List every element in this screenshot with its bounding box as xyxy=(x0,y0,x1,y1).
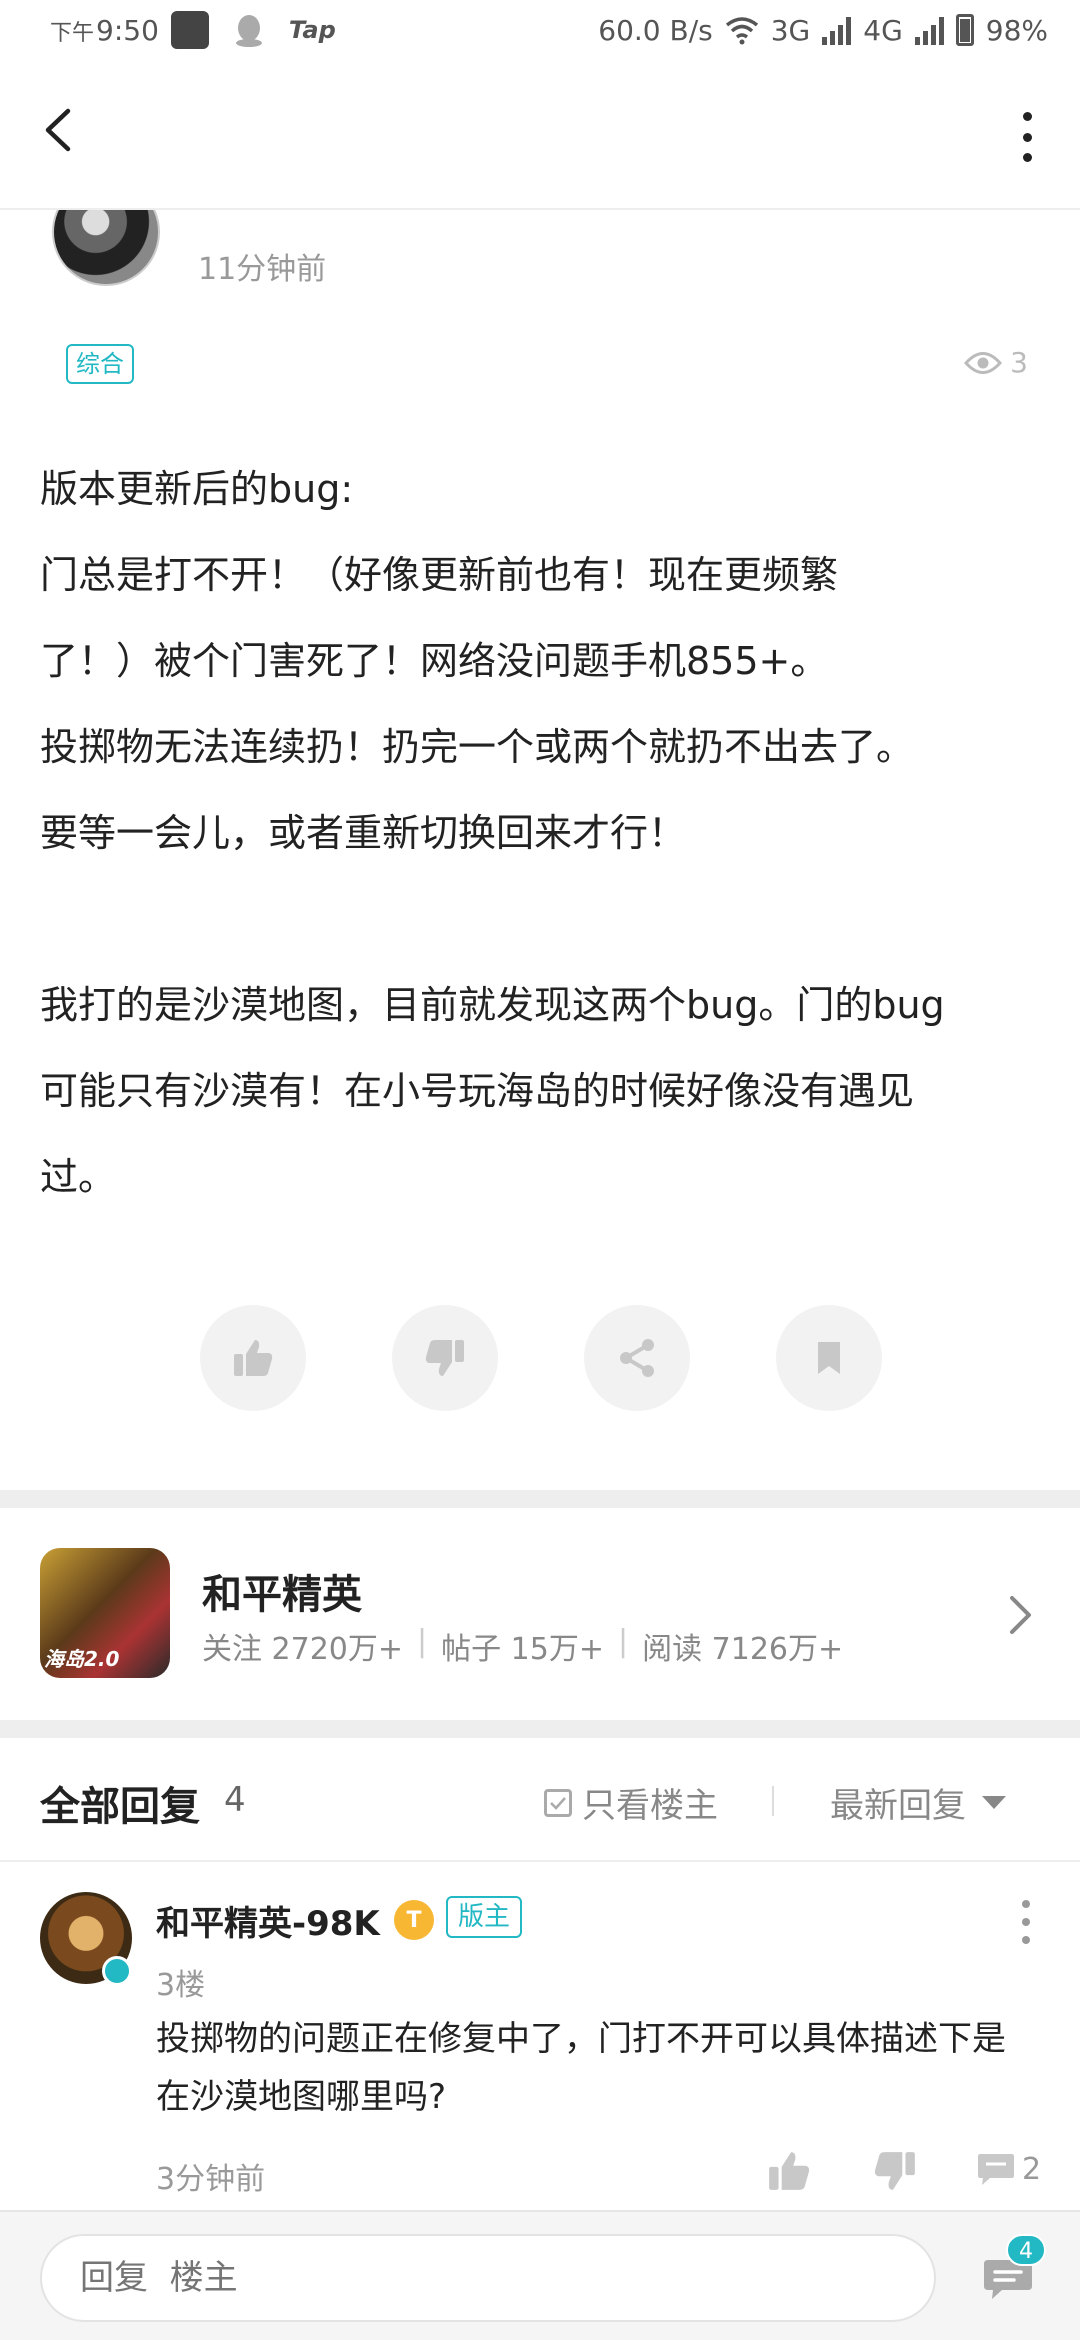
game-reads: 阅读 7126万+ xyxy=(642,1632,844,1667)
checkbox-icon[interactable] xyxy=(544,1788,572,1817)
post-line: 了！）被个门害死了！网络没问题手机855+。 xyxy=(40,639,829,683)
comment-bubble-icon xyxy=(978,2154,1014,2185)
more-options-icon[interactable] xyxy=(1012,112,1042,162)
comment-text: 投掷物的问题正在修复中了，门打不开可以具体描述下是在沙漠地图哪里吗? xyxy=(156,2019,1006,2117)
post-line xyxy=(40,876,1050,962)
battery-level: 98% xyxy=(985,13,1048,47)
game-stats: 关注 2720万+ | 帖子 15万+ | 阅读 7126万+ xyxy=(202,1624,843,1668)
message-count-badge: 4 xyxy=(1006,2234,1046,2266)
network-4g-label: 4G xyxy=(863,13,903,47)
bottom-reply-bar: 4 xyxy=(0,2210,1080,2340)
comment-item: 和平精英-98K T 版主 3楼 投掷物的问题正在修复中了，门打不开可以具体描述… xyxy=(0,1864,1080,2210)
dropdown-arrow-icon xyxy=(982,1796,1006,1809)
post-body: 版本更新后的bug: 门总是打不开！（好像更新前也有！现在更频繁 了！）被个门害… xyxy=(40,446,1050,1220)
comment-reply-button[interactable]: 2 xyxy=(976,2150,1041,2188)
share-icon xyxy=(620,1339,654,1377)
post-line: 投掷物无法连续扔！扔完一个或两个就扔不出去了。 xyxy=(40,725,915,769)
battery-icon xyxy=(955,14,974,46)
category-tag[interactable]: 综合 xyxy=(66,344,134,384)
view-count-value: 3 xyxy=(1010,346,1028,379)
game-icon-text: 海岛2.0 xyxy=(44,1647,120,1671)
stat-separator: | xyxy=(618,1624,629,1659)
only-owner-label: 只看楼主 xyxy=(582,1786,718,1826)
back-icon[interactable] xyxy=(36,105,86,155)
game-card[interactable]: 海岛2.0 和平精英 关注 2720万+ | 帖子 15万+ | 阅读 7126… xyxy=(0,1508,1080,1720)
app-notification-icon xyxy=(170,11,209,49)
post-line: 要等一会儿，或者重新切换回来才行！ xyxy=(40,811,687,855)
game-followers: 关注 2720万+ xyxy=(202,1632,404,1667)
reply-count: 2 xyxy=(1022,2151,1042,2187)
comment-like-icon[interactable] xyxy=(766,2148,812,2194)
signal-icon xyxy=(914,15,944,45)
thumbs-up-icon xyxy=(234,1340,273,1376)
network-speed: 60.0 B/s xyxy=(598,13,713,47)
post-actions xyxy=(200,1305,882,1411)
wifi-icon xyxy=(725,17,758,45)
status-bar: 下午9:50 Tap 60.0 B/s 3G 4G 98% xyxy=(0,0,1080,60)
bookmark-icon xyxy=(818,1342,840,1374)
game-title: 和平精英 xyxy=(202,1572,362,1618)
game-posts: 帖子 15万+ xyxy=(441,1632,604,1667)
sort-dropdown[interactable]: 最新回复 xyxy=(830,1778,1006,1827)
replies-count: 4 xyxy=(224,1780,246,1820)
sort-label: 最新回复 xyxy=(830,1786,966,1826)
comment-dislike-icon[interactable] xyxy=(872,2148,918,2194)
post-line: 版本更新后的bug: xyxy=(40,467,354,511)
replies-header: 全部回复 4 只看楼主 最新回复 xyxy=(0,1740,1080,1862)
commenter-name[interactable]: 和平精英-98K xyxy=(156,1896,380,1945)
thumbs-down-icon xyxy=(425,1340,464,1376)
qq-icon xyxy=(235,15,262,47)
only-owner-filter[interactable]: 只看楼主 xyxy=(544,1778,718,1827)
post-line: 我打的是沙漠地图，目前就发现这两个bug。门的bug xyxy=(40,983,945,1027)
signal-icon xyxy=(822,15,852,45)
eye-icon xyxy=(964,351,1003,374)
section-divider xyxy=(0,1490,1080,1508)
comment-floor: 3楼 xyxy=(156,1968,206,2003)
bookmark-button[interactable] xyxy=(776,1305,882,1411)
post-time: 11分钟前 xyxy=(198,252,327,287)
level-badge-icon: T xyxy=(394,1900,434,1940)
replies-title: 全部回复 xyxy=(40,1784,200,1830)
moderator-badge: 版主 xyxy=(446,1896,523,1938)
post-line: 过。 xyxy=(40,1155,117,1199)
chevron-right-icon xyxy=(1010,1596,1031,1634)
verified-icon xyxy=(102,1956,132,1986)
reply-input[interactable] xyxy=(40,2234,936,2322)
dislike-button[interactable] xyxy=(392,1305,498,1411)
comment-time: 3分钟前 xyxy=(156,2162,266,2197)
section-divider xyxy=(0,1720,1080,1738)
share-button[interactable] xyxy=(584,1305,690,1411)
divider xyxy=(772,1786,774,1816)
game-icon: 海岛2.0 xyxy=(40,1548,170,1678)
network-3g-label: 3G xyxy=(770,13,811,47)
post-line: 门总是打不开！（好像更新前也有！现在更频繁 xyxy=(40,553,839,597)
stat-separator: | xyxy=(417,1624,428,1659)
status-time: 下午9:50 xyxy=(50,13,159,47)
top-navigation-bar xyxy=(0,60,1080,210)
like-button[interactable] xyxy=(200,1305,306,1411)
view-count: 3 xyxy=(964,346,1028,379)
post-line: 可能只有沙漠有！在小号玩海岛的时候好像没有遇见 xyxy=(40,1069,915,1113)
comment-more-icon[interactable] xyxy=(1018,1900,1034,1944)
tap-app-icon: Tap xyxy=(288,16,336,44)
